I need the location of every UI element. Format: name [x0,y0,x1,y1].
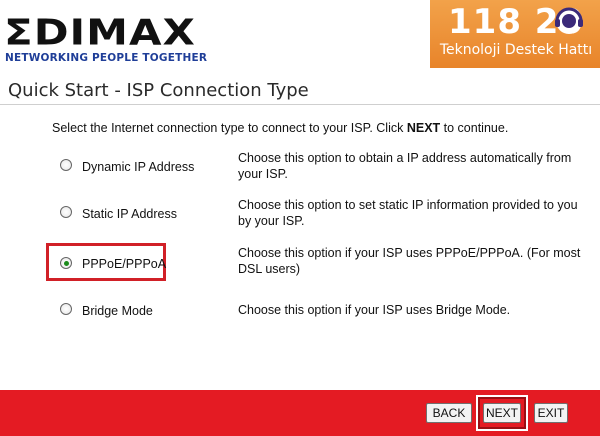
instruction-text: Select the Internet connection type to c… [52,121,508,135]
support-text: Teknoloji Destek Hattı [439,42,593,58]
next-button[interactable]: NEXT [483,403,521,423]
option-label[interactable]: PPPoE/PPPoA [82,257,166,271]
exit-button[interactable]: EXIT [534,403,568,423]
radio-selected-dot [63,260,69,266]
radio-dynamic-ip[interactable] [60,159,72,171]
back-button[interactable]: BACK [426,403,472,423]
headset-icon [555,7,583,34]
option-description: Choose this option if your ISP uses PPPo… [238,246,581,276]
instruction-before: Select the Internet connection type to c… [52,121,407,135]
option-label[interactable]: Dynamic IP Address [82,160,194,174]
support-badge: 118 20 Teknoloji Destek Hattı [428,0,600,68]
option-label[interactable]: Bridge Mode [82,304,153,318]
option-description: Choose this option if your ISP uses Brid… [238,303,511,317]
option-description: Choose this option to obtain a IP addres… [238,151,572,181]
header: ΣDIMAX NETWORKING PEOPLE TOGETHER 118 20… [0,0,600,70]
page-title: Quick Start - ISP Connection Type [8,80,309,101]
logo-tagline: NETWORKING PEOPLE TOGETHER [5,52,208,64]
logo-text: ΣDIMAX [4,11,196,54]
instruction-after: to continue. [440,121,509,135]
radio-bridge-mode[interactable] [60,303,72,315]
option-description: Choose this option to set static IP info… [238,198,578,228]
radio-static-ip[interactable] [60,206,72,218]
divider [0,104,600,105]
edimax-logo: ΣDIMAX NETWORKING PEOPLE TOGETHER [4,11,208,64]
instruction-bold: NEXT [406,121,441,135]
footer-bar: BACK NEXT EXIT [0,390,600,436]
radio-pppoe[interactable] [60,257,72,269]
option-label[interactable]: Static IP Address [82,207,177,221]
